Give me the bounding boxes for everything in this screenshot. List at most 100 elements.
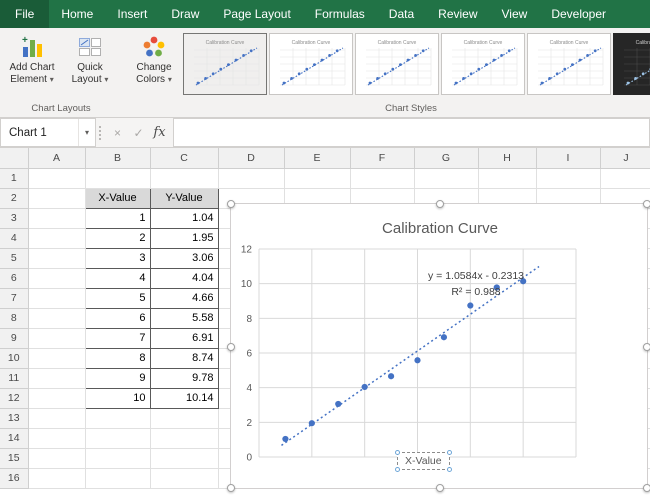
cancel-icon[interactable]: ×	[107, 126, 128, 140]
cell-B7[interactable]: 5	[85, 288, 150, 308]
row-header-14[interactable]: 14	[0, 428, 28, 448]
chart-handle-top-right[interactable]	[643, 200, 650, 208]
name-box[interactable]: Chart 1 ▾	[0, 118, 96, 147]
row-header-6[interactable]: 6	[0, 268, 28, 288]
chart-style-thumb-3[interactable]: Calibration Curve	[355, 33, 439, 95]
insert-function-icon[interactable]: fx	[149, 125, 170, 140]
x-axis-title-handle[interactable]	[447, 450, 452, 455]
cell-I1[interactable]	[536, 168, 600, 188]
tab-page-layout[interactable]: Page Layout	[211, 0, 302, 28]
col-header-J[interactable]: J	[600, 148, 650, 168]
col-header-D[interactable]: D	[218, 148, 284, 168]
cell-C9[interactable]: 6.91	[150, 328, 218, 348]
row-header-13[interactable]: 13	[0, 408, 28, 428]
select-all-corner[interactable]	[0, 148, 28, 168]
x-axis-title-handle[interactable]	[447, 467, 452, 472]
tab-review[interactable]: Review	[426, 0, 489, 28]
trendline-equation[interactable]: y = 1.0584x - 0.2313	[428, 270, 524, 282]
chart-style-thumb-4[interactable]: Calibration Curve	[441, 33, 525, 95]
cell-C8[interactable]: 5.58	[150, 308, 218, 328]
cell-C13[interactable]	[150, 408, 218, 428]
chart-style-thumb-6[interactable]: Calibration Curve	[613, 33, 650, 95]
cell-A1[interactable]	[28, 168, 85, 188]
cell-C15[interactable]	[150, 448, 218, 468]
cell-A15[interactable]	[28, 448, 85, 468]
chart-area[interactable]: 024681012Calibration Curvey = 1.0584x - …	[230, 203, 648, 489]
cell-A6[interactable]	[28, 268, 85, 288]
cell-A13[interactable]	[28, 408, 85, 428]
cell-G1[interactable]	[414, 168, 478, 188]
cell-B3[interactable]: 1	[85, 208, 150, 228]
tab-file[interactable]: File	[0, 0, 49, 28]
row-header-10[interactable]: 10	[0, 348, 28, 368]
enter-icon[interactable]: ✓	[128, 126, 149, 140]
cell-H1[interactable]	[478, 168, 536, 188]
cell-E1[interactable]	[284, 168, 350, 188]
chart-handle-middle-right[interactable]	[643, 343, 650, 351]
scatter-point[interactable]	[309, 420, 315, 426]
row-header-15[interactable]: 15	[0, 448, 28, 468]
cell-C12[interactable]: 10.14	[150, 388, 218, 408]
cell-A4[interactable]	[28, 228, 85, 248]
cell-B11[interactable]: 9	[85, 368, 150, 388]
x-axis-title-handle[interactable]	[395, 450, 400, 455]
chart-handle-middle-left[interactable]	[227, 343, 235, 351]
col-header-B[interactable]: B	[85, 148, 150, 168]
row-header-4[interactable]: 4	[0, 228, 28, 248]
chart-handle-bottom-left[interactable]	[227, 484, 235, 492]
cell-C11[interactable]: 9.78	[150, 368, 218, 388]
cell-C3[interactable]: 1.04	[150, 208, 218, 228]
cell-C7[interactable]: 4.66	[150, 288, 218, 308]
row-header-2[interactable]: 2	[0, 188, 28, 208]
cell-A16[interactable]	[28, 468, 85, 488]
col-header-F[interactable]: F	[350, 148, 414, 168]
scatter-point[interactable]	[414, 357, 420, 363]
cell-A11[interactable]	[28, 368, 85, 388]
cell-B2[interactable]: X-Value	[85, 188, 150, 208]
row-header-3[interactable]: 3	[0, 208, 28, 228]
col-header-H[interactable]: H	[478, 148, 536, 168]
chart-handle-bottom-center[interactable]	[436, 484, 444, 492]
cell-A12[interactable]	[28, 388, 85, 408]
cell-B15[interactable]	[85, 448, 150, 468]
cell-B13[interactable]	[85, 408, 150, 428]
row-header-7[interactable]: 7	[0, 288, 28, 308]
cell-A3[interactable]	[28, 208, 85, 228]
formula-input[interactable]	[174, 118, 650, 147]
row-header-9[interactable]: 9	[0, 328, 28, 348]
tab-insert[interactable]: Insert	[105, 0, 159, 28]
cell-A7[interactable]	[28, 288, 85, 308]
chart-handle-bottom-right[interactable]	[643, 484, 650, 492]
cell-B10[interactable]: 8	[85, 348, 150, 368]
col-header-G[interactable]: G	[414, 148, 478, 168]
cell-C6[interactable]: 4.04	[150, 268, 218, 288]
chart-handle-top-center[interactable]	[436, 200, 444, 208]
row-header-8[interactable]: 8	[0, 308, 28, 328]
cell-B14[interactable]	[85, 428, 150, 448]
scatter-point[interactable]	[335, 401, 341, 407]
cell-J1[interactable]	[600, 168, 650, 188]
x-axis-title-handle[interactable]	[395, 467, 400, 472]
row-header-5[interactable]: 5	[0, 248, 28, 268]
cell-B5[interactable]: 3	[85, 248, 150, 268]
scatter-point[interactable]	[467, 302, 473, 308]
col-header-A[interactable]: A	[28, 148, 85, 168]
cell-B9[interactable]: 7	[85, 328, 150, 348]
quick-layout-button[interactable]: Quick Layout ▾	[61, 30, 119, 86]
trendline-r-squared[interactable]: R² = 0.988	[451, 286, 500, 298]
chart-style-thumb-5[interactable]: Calibration Curve	[527, 33, 611, 95]
cell-C2[interactable]: Y-Value	[150, 188, 218, 208]
col-header-C[interactable]: C	[150, 148, 218, 168]
cell-A14[interactable]	[28, 428, 85, 448]
cell-B16[interactable]	[85, 468, 150, 488]
cell-B6[interactable]: 4	[85, 268, 150, 288]
cell-A8[interactable]	[28, 308, 85, 328]
cell-C5[interactable]: 3.06	[150, 248, 218, 268]
chart-title[interactable]: Calibration Curve	[382, 220, 498, 237]
col-header-I[interactable]: I	[536, 148, 600, 168]
cell-C14[interactable]	[150, 428, 218, 448]
scatter-point[interactable]	[441, 334, 447, 340]
cell-B8[interactable]: 6	[85, 308, 150, 328]
row-header-1[interactable]: 1	[0, 168, 28, 188]
cell-A9[interactable]	[28, 328, 85, 348]
